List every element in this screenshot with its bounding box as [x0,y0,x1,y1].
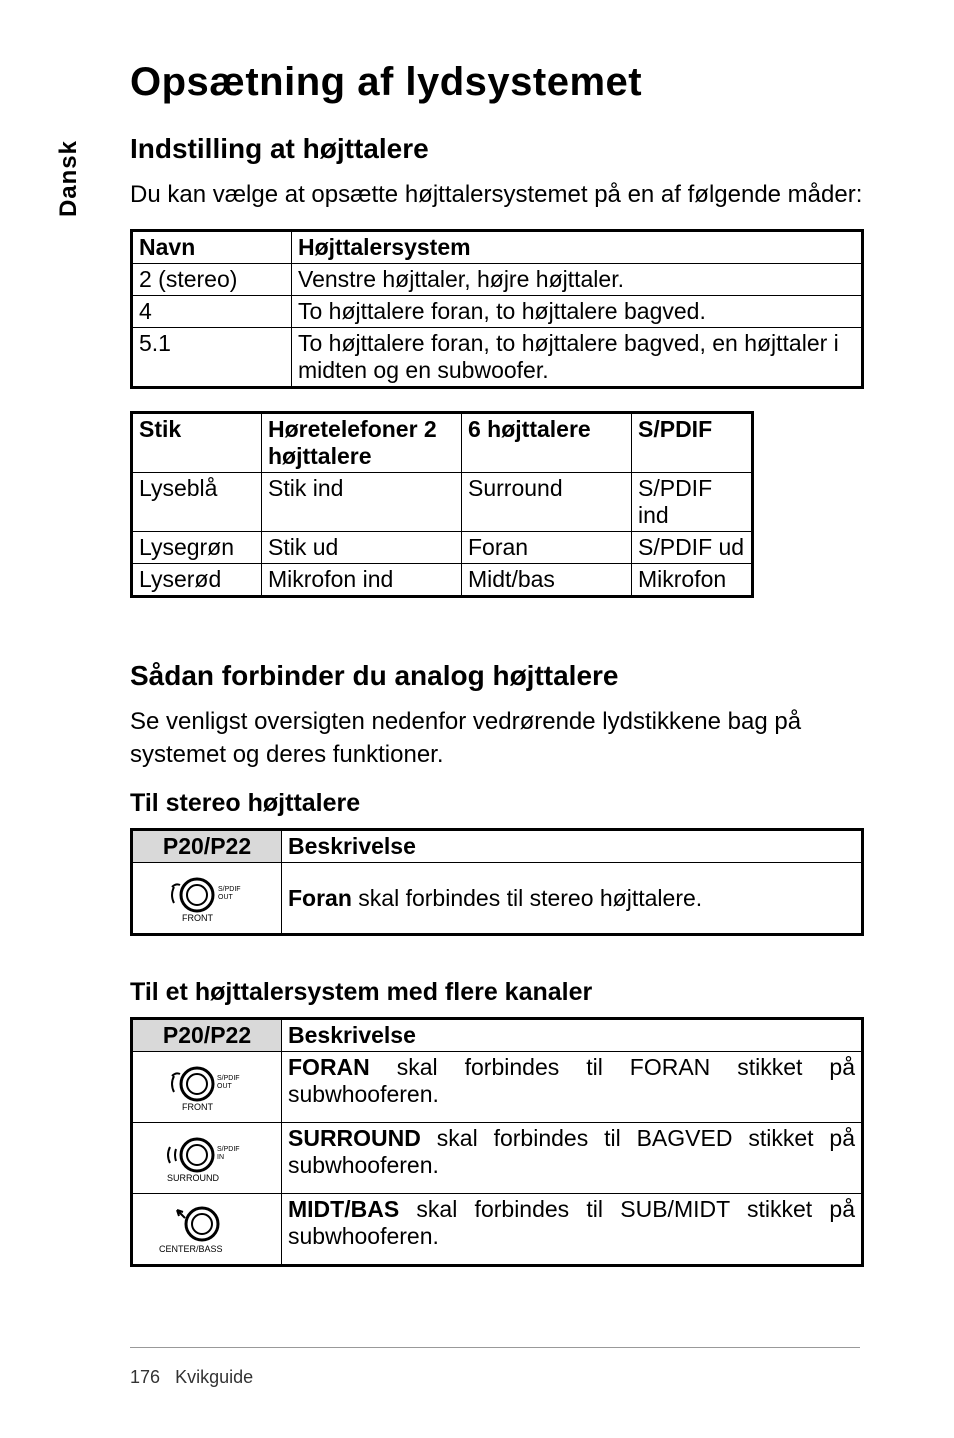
table-row: 5.1 To højttalere foran, to højttalere b… [132,328,863,388]
multi-desc-1-bold: SURROUND [288,1125,421,1151]
surround-port-icon: S/PDIF IN SURROUND [152,1133,262,1183]
side-tab: Dansk [55,140,83,217]
t2-head-hp2: Høretelefoner 2 højttalere [262,413,462,473]
t2-r0-c0: Lyseblå [132,473,262,532]
svg-text:OUT: OUT [218,894,234,901]
page-footer: 176 Kvikguide [130,1367,253,1388]
t2-r0-c1: Stik ind [262,473,462,532]
t1-r2-name: 5.1 [132,328,292,388]
svg-text:SURROUND: SURROUND [167,1173,220,1183]
t2-r2-c2: Midt/bas [462,564,632,597]
svg-text:S/PDIF: S/PDIF [217,1075,240,1082]
table-row: Lyseblå Stik ind Surround S/PDIF ind [132,473,753,532]
t2-r0-c3: S/PDIF ind [632,473,753,532]
section1-intro: Du kan vælge at opsætte højttalersysteme… [130,179,864,211]
t2-r1-c3: S/PDIF ud [632,532,753,564]
multi-head-desc: Beskrivelse [282,1019,863,1052]
table-row: S/PDIF OUT FRONT Foran skal forbindes ti… [132,863,863,935]
footer-divider [130,1347,860,1348]
t2-r1-c0: Lysegrøn [132,532,262,564]
front-port-icon-cell: S/PDIF OUT FRONT [132,863,282,935]
t1-r0-name: 2 (stereo) [132,264,292,296]
t2-r2-c0: Lyserød [132,564,262,597]
section1-heading: Indstilling at højttalere [130,133,864,165]
svg-text:S/PDIF: S/PDIF [218,886,241,893]
stereo-desc-bold: Foran [288,885,352,911]
table-row: Lyserød Mikrofon ind Midt/bas Mikrofon [132,564,753,597]
t2-r1-c1: Stik ud [262,532,462,564]
t2-head-sp6: 6 højttalere [462,413,632,473]
table-row: 4 To højttalere foran, to højttalere bag… [132,296,863,328]
table-row: 2 (stereo) Venstre højttaler, højre højt… [132,264,863,296]
jack-table: Stik Høretelefoner 2 højttalere 6 højtta… [130,411,754,598]
footer-label: Kvikguide [175,1367,253,1387]
page-number: 176 [130,1367,160,1387]
section2-intro: Se venligst oversigten nedenfor vedrøren… [130,706,864,771]
svg-text:OUT: OUT [217,1083,233,1090]
multi-heading: Til et højttalersystem med flere kanaler [130,978,864,1007]
table-row: S/PDIF IN SURROUND SURROUND skal forbind… [132,1123,863,1194]
t1-head-name: Navn [132,231,292,264]
multi-desc-0-bold: FORAN [288,1054,370,1080]
page-title: Opsætning af lydsystemet [130,60,864,105]
multi-desc-0-rest: skal forbindes til FORAN stikket på subw… [288,1054,855,1107]
front-port-icon-cell: S/PDIF OUT FRONT [132,1052,282,1123]
centerbass-port-icon: CENTER/BASS [147,1204,267,1254]
speaker-system-table: Navn Højttalersystem 2 (stereo) Venstre … [130,229,864,389]
svg-text:FRONT: FRONT [182,1102,213,1112]
t2-r1-c2: Foran [462,532,632,564]
t1-r1-name: 4 [132,296,292,328]
table-row: S/PDIF OUT FRONT FORAN skal forbindes ti… [132,1052,863,1123]
t1-head-system: Højttalersystem [292,231,863,264]
svg-text:IN: IN [217,1154,224,1161]
t2-r2-c3: Mikrofon [632,564,753,597]
surround-port-icon-cell: S/PDIF IN SURROUND [132,1123,282,1194]
multi-desc-2-bold: MIDT/BAS [288,1196,399,1222]
section2-heading: Sådan forbinder du analog højttalere [130,660,864,692]
svg-text:CENTER/BASS: CENTER/BASS [159,1244,223,1254]
table-row: Lysegrøn Stik ud Foran S/PDIF ud [132,532,753,564]
t2-head-spdif: S/PDIF [632,413,753,473]
t1-r2-system: To højttalere foran, to højttalere bagve… [292,328,863,388]
multi-desc-0: FORAN skal forbindes til FORAN stikket p… [282,1052,863,1123]
stereo-table: P20/P22 Beskrivelse S/PDIF OUT FRONT For… [130,828,864,936]
stereo-desc: Foran skal forbindes til stereo højttale… [282,863,863,935]
svg-text:FRONT: FRONT [182,913,213,923]
centerbass-port-icon-cell: CENTER/BASS [132,1194,282,1266]
multi-head-model: P20/P22 [132,1019,282,1052]
front-port-icon: S/PDIF OUT FRONT [157,1062,257,1112]
t1-r1-system: To højttalere foran, to højttalere bagve… [292,296,863,328]
svg-text:S/PDIF: S/PDIF [217,1146,240,1153]
stereo-head-model: P20/P22 [132,830,282,863]
t2-head-stik: Stik [132,413,262,473]
multi-desc-2: MIDT/BAS skal forbindes til SUB/MIDT sti… [282,1194,863,1266]
t2-r2-c1: Mikrofon ind [262,564,462,597]
t2-r0-c2: Surround [462,473,632,532]
front-port-icon: S/PDIF OUT FRONT [162,873,252,923]
stereo-heading: Til stereo højttalere [130,789,864,818]
table-row: CENTER/BASS MIDT/BAS skal forbindes til … [132,1194,863,1266]
t1-r0-system: Venstre højttaler, højre højttaler. [292,264,863,296]
stereo-desc-rest: skal forbindes til stereo højttalere. [352,885,702,911]
multi-desc-1: SURROUND skal forbindes til BAGVED stikk… [282,1123,863,1194]
stereo-head-desc: Beskrivelse [282,830,863,863]
multi-table: P20/P22 Beskrivelse S/PDIF OUT FRONT FOR… [130,1017,864,1267]
